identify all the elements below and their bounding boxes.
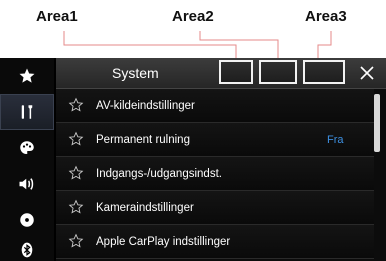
- list-item-av-source-settings[interactable]: AV-kildeindstillinger: [56, 89, 374, 123]
- device-screen: System AV-kildeindstillinger Permanent r…: [0, 58, 386, 261]
- area1-button[interactable]: [219, 60, 253, 84]
- settings-list: AV-kildeindstillinger Permanent rulning …: [56, 89, 374, 259]
- list-item-value: Fra: [327, 133, 344, 146]
- list-item-label: Kameraindstillinger: [96, 201, 194, 214]
- callout-area1: Area1: [36, 8, 78, 25]
- close-icon: [360, 66, 374, 80]
- header-bar: System: [56, 58, 386, 89]
- star-outline-icon[interactable]: [68, 233, 84, 249]
- list-item-permanent-scrolling[interactable]: Permanent rulning Fra: [56, 123, 374, 157]
- sidebar-item-system[interactable]: [0, 94, 54, 130]
- star-outline-icon[interactable]: [68, 97, 84, 113]
- star-icon: [19, 68, 35, 83]
- list-item-label: Apple CarPlay indstillinger: [96, 235, 231, 248]
- palette-icon: [20, 141, 34, 154]
- sidebar-item-bluetooth[interactable]: [0, 238, 54, 261]
- area3-button[interactable]: [303, 60, 345, 84]
- list-item-label: Permanent rulning: [96, 133, 190, 146]
- main-panel: System AV-kildeindstillinger Permanent r…: [56, 58, 386, 261]
- list-item-input-output-settings[interactable]: Indgangs-/udgangsindst.: [56, 157, 374, 191]
- scrollbar[interactable]: [374, 94, 380, 152]
- list-item-camera-settings[interactable]: Kameraindstillinger: [56, 191, 374, 225]
- callout-area3: Area3: [305, 8, 347, 25]
- list-item-label: Indgangs-/udgangsindst.: [96, 167, 222, 180]
- star-outline-icon[interactable]: [68, 165, 84, 181]
- sidebar-item-theme[interactable]: [0, 130, 54, 166]
- star-outline-icon[interactable]: [68, 131, 84, 147]
- sidebar-item-source[interactable]: [0, 202, 54, 238]
- sidebar: [0, 58, 54, 261]
- sidebar-item-favorites[interactable]: [0, 58, 54, 94]
- disc-icon: [20, 213, 34, 227]
- tools-icon: [21, 105, 33, 119]
- list-item-carplay-settings[interactable]: Apple CarPlay indstillinger: [56, 225, 374, 259]
- list-item-label: AV-kildeindstillinger: [96, 99, 195, 112]
- page-title: System: [112, 65, 159, 81]
- star-outline-icon[interactable]: [68, 199, 84, 215]
- bluetooth-icon: [21, 242, 33, 257]
- close-button[interactable]: [354, 61, 380, 85]
- area2-button[interactable]: [259, 60, 297, 84]
- sidebar-item-audio[interactable]: [0, 166, 54, 202]
- callout-area2: Area2: [172, 8, 214, 25]
- speaker-icon: [19, 178, 34, 190]
